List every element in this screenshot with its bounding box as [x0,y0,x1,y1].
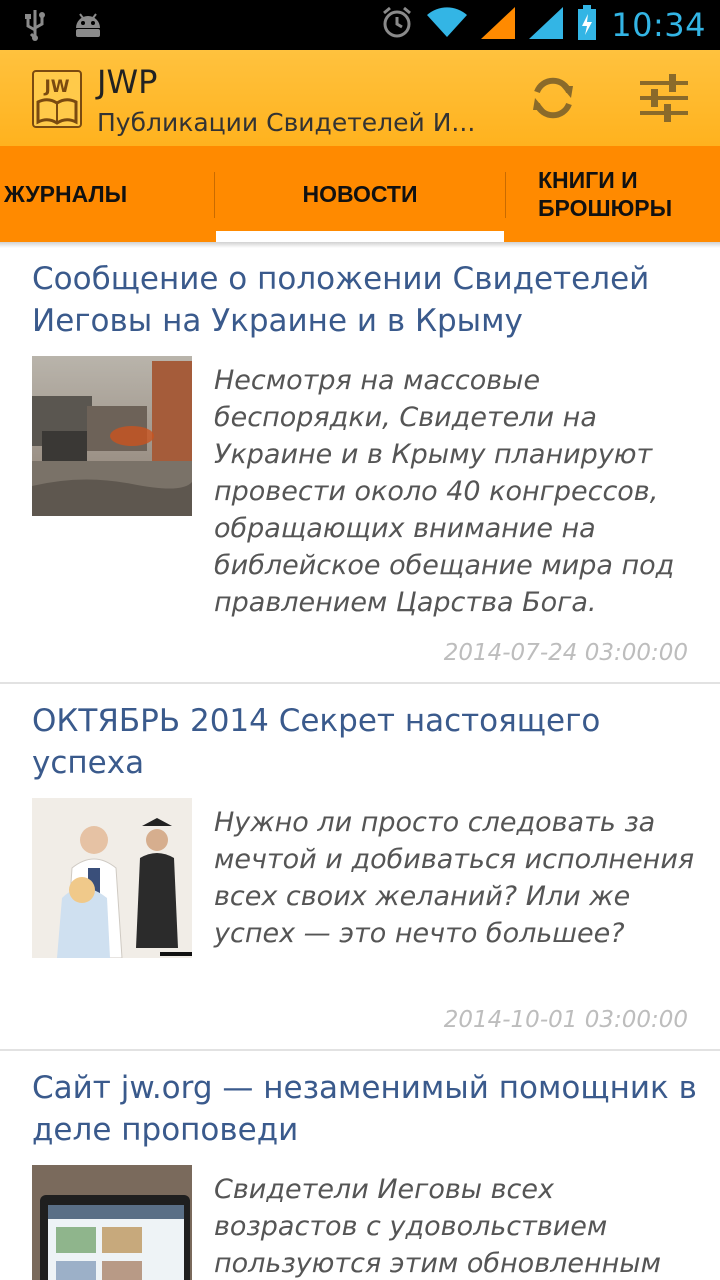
settings-button[interactable] [636,70,692,126]
refresh-button[interactable] [525,70,581,126]
news-item[interactable]: Сайт jw.org — незаменимый помощник в дел… [0,1051,720,1280]
news-feed[interactable]: Сообщение о положении Свидетелей Иеговы … [0,248,720,1280]
news-item-description: Нужно ли просто следовать за мечтой и до… [214,807,695,949]
wifi-icon [427,7,468,43]
tab-label: КНИГИ И БРОШЮРЫ [538,166,672,222]
alarm-icon [381,6,413,44]
tab-label: ЖУРНАЛЫ [4,180,128,207]
tab-divider [214,172,215,218]
tab-news[interactable]: НОВОСТИ [216,146,504,242]
app-subtitle: Публикации Свидетелей И... [97,108,476,137]
news-item-title[interactable]: Сайт jw.org — незаменимый помощник в дел… [32,1067,702,1151]
news-item-title[interactable]: ОКТЯБРЬ 2014 Секрет настоящего успеха [32,700,702,784]
news-item-thumbnail[interactable] [32,1165,192,1280]
news-item[interactable]: Сообщение о положении Свидетелей Иеговы … [0,248,720,684]
app-logo-icon[interactable]: JW [32,70,82,128]
tab-divider [505,172,506,218]
news-item-thumbnail[interactable] [32,356,192,516]
tab-label-line: БРОШЮРЫ [538,195,673,221]
android-icon [72,10,104,44]
settings-sliders-icon [640,74,688,122]
clock: 10:34 [611,6,706,44]
tab-books-brochures[interactable]: КНИГИ И БРОШЮРЫ [538,146,718,242]
signal-icon [481,7,516,43]
selected-tab-indicator [216,231,504,242]
action-bar: JW JWP Публикации Свидетелей И... [0,50,720,146]
status-bar: 10:34 [0,0,720,50]
battery-icon [577,5,597,45]
tab-journals[interactable]: ЖУРНАЛЫ [4,146,214,242]
news-item-title[interactable]: Сообщение о положении Свидетелей Иеговы … [32,258,702,342]
app-title: JWP [97,63,158,101]
refresh-icon [533,77,573,119]
news-item-description: Несмотря на массовые беспорядки, Свидете… [214,365,675,618]
news-item-description: Свидетели Иеговы всех возрастов с удовол… [214,1174,661,1279]
tab-label-line: КНИГИ И [538,167,638,193]
usb-icon [22,8,48,46]
news-item-date: 2014-07-24 03:00:00 [443,640,688,666]
tab-label: НОВОСТИ [302,180,418,207]
news-item[interactable]: ОКТЯБРЬ 2014 Секрет настоящего успеха Ну… [0,684,720,1051]
svg-text:JW: JW [43,77,69,97]
news-item-thumbnail[interactable] [32,798,192,958]
signal-icon [529,7,564,43]
news-item-date: 2014-10-01 03:00:00 [443,1007,688,1033]
tab-bar: ЖУРНАЛЫ НОВОСТИ КНИГИ И БРОШЮРЫ [0,146,720,242]
